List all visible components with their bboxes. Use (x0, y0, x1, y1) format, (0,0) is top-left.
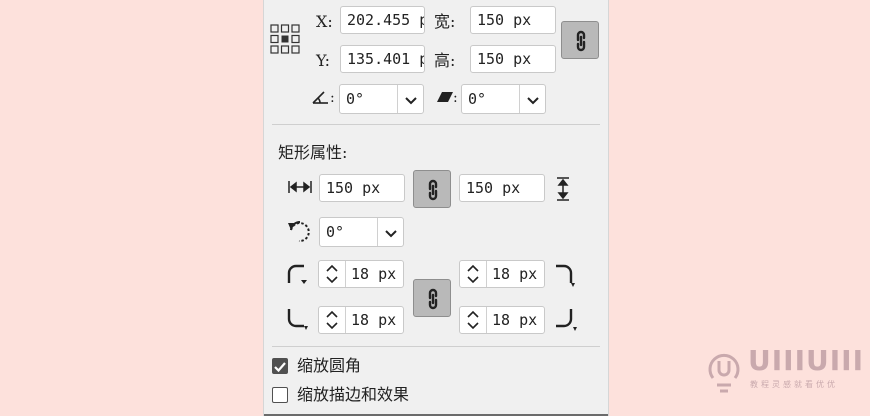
x-label: X: (316, 12, 333, 31)
y-label: Y: (316, 51, 330, 70)
scale-strokes-checkbox[interactable] (272, 387, 288, 403)
scale-corners-label[interactable]: 缩放圆角 (297, 356, 361, 376)
corner-top-left-icon[interactable] (286, 263, 308, 285)
watermark-tagline: 教程灵感就看优优 (750, 380, 838, 389)
height-label: 高: (434, 51, 456, 70)
chevron-down-icon (527, 97, 539, 105)
angle-select[interactable]: 0° (339, 84, 424, 114)
corner-top-left-stepper[interactable]: 18 px (318, 260, 404, 288)
corner-bottom-left-stepper[interactable]: 18 px (318, 306, 404, 334)
angle-value: 0° (346, 90, 365, 108)
corner-top-left-value: 18 px (351, 265, 397, 283)
stepper-arrows-icon[interactable] (460, 307, 487, 333)
corner-bottom-left-value: 18 px (351, 311, 397, 329)
width-label: 宽: (434, 12, 456, 31)
corner-bottom-right-value: 18 px (492, 311, 538, 329)
link-icon (576, 30, 586, 52)
chevron-down-icon (405, 97, 417, 105)
rect-width-input[interactable]: 150 px (319, 174, 405, 202)
angle-icon (312, 91, 328, 104)
rect-height-input[interactable]: 150 px (459, 174, 545, 202)
scale-corners-checkbox[interactable] (272, 358, 288, 374)
rotation-value: 0° (326, 223, 345, 241)
shear-select[interactable]: 0° (461, 84, 546, 114)
reference-point-icon[interactable] (270, 24, 300, 54)
link-icon (428, 288, 438, 310)
corner-top-right-stepper[interactable]: 18 px (459, 260, 545, 288)
chevron-down-icon (385, 230, 397, 238)
shear-icon (437, 92, 453, 102)
y-input[interactable]: 135.401 px (340, 45, 425, 73)
section-divider (272, 124, 600, 125)
rotation-select[interactable]: 0° (319, 217, 404, 247)
stepper-arrows-icon[interactable] (460, 261, 487, 287)
width-arrows-icon (288, 181, 312, 193)
properties-panel: X: 202.455 px Y: 135.401 px 宽: 150 px 高:… (263, 0, 609, 416)
constrain-proportions-button[interactable] (561, 21, 599, 59)
lightbulb-logo-icon (708, 353, 740, 393)
corner-top-right-icon[interactable] (554, 263, 576, 287)
corner-constrain-button[interactable] (413, 279, 451, 317)
corner-top-right-value: 18 px (492, 265, 538, 283)
corner-bottom-right-icon[interactable] (554, 307, 578, 331)
corner-bottom-left-icon[interactable] (286, 307, 308, 331)
stepper-arrows-icon[interactable] (319, 307, 346, 333)
scale-strokes-label[interactable]: 缩放描边和效果 (297, 385, 409, 405)
watermark-brand: UIIIUIII (748, 344, 864, 377)
shear-value: 0° (468, 90, 487, 108)
checkmark-icon (274, 362, 286, 373)
link-icon (428, 179, 438, 201)
corner-bottom-right-stepper[interactable]: 18 px (459, 306, 545, 334)
rect-constrain-button[interactable] (413, 170, 451, 208)
section-divider (272, 346, 600, 347)
height-input[interactable]: 150 px (470, 45, 556, 73)
width-input[interactable]: 150 px (470, 6, 556, 34)
rect-props-title: 矩形属性: (278, 143, 348, 162)
height-arrows-icon (557, 177, 569, 201)
x-input[interactable]: 202.455 px (340, 6, 425, 34)
rotate-icon (288, 220, 310, 243)
stepper-arrows-icon[interactable] (319, 261, 346, 287)
